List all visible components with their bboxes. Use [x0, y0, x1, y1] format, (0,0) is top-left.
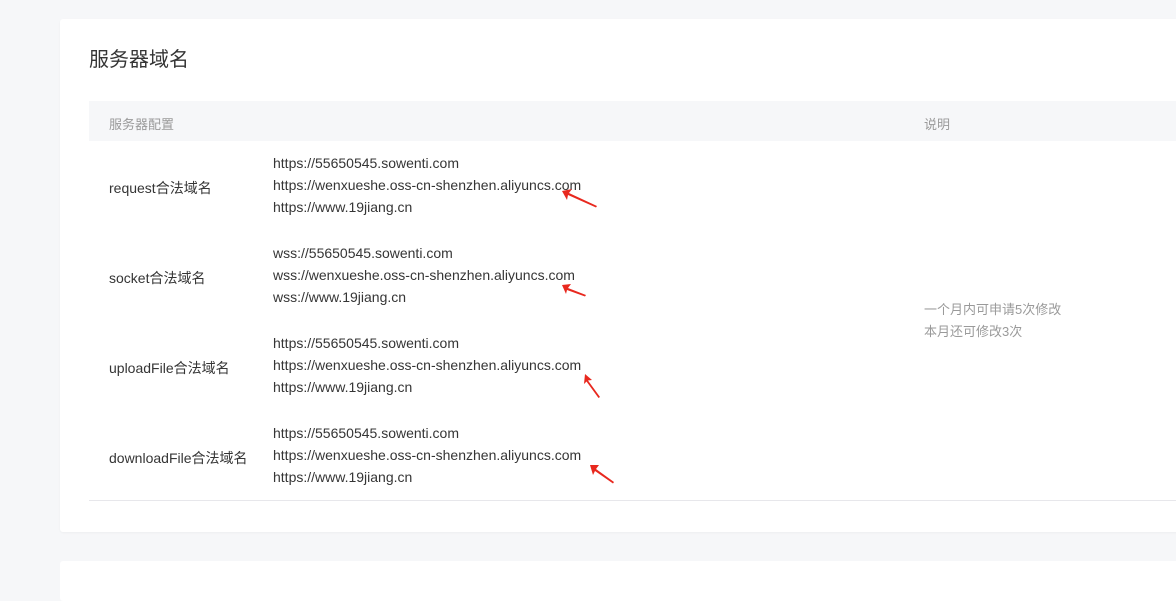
domain-item: https://www.19jiang.cn	[273, 199, 413, 215]
red-arrow-icon	[562, 284, 586, 297]
domain-list: https://55650545.sowenti.com https://wen…	[273, 332, 581, 398]
row-label-uploadfile: uploadFile合法域名	[109, 360, 230, 376]
server-domain-card: 服务器域名 服务器配置 说明 request合法域名 https://55650…	[60, 19, 1176, 532]
next-card	[60, 561, 1176, 601]
red-arrow-icon	[562, 189, 597, 208]
red-arrow-icon	[590, 465, 614, 484]
modification-note: 一个月内可申请5次修改 本月还可修改3次	[924, 299, 1061, 343]
domain-list: https://55650545.sowenti.com https://wen…	[273, 152, 581, 218]
domain-item: wss://wenxueshe.oss-cn-shenzhen.aliyuncs…	[273, 267, 575, 283]
domain-item: wss://www.19jiang.cn	[273, 289, 407, 305]
domain-item: https://wenxueshe.oss-cn-shenzhen.aliyun…	[273, 357, 582, 373]
domain-item: https://www.19jiang.cn	[273, 469, 413, 485]
table-row: downloadFile合法域名 https://55650545.sowent…	[89, 411, 1176, 501]
domain-list: wss://55650545.sowenti.com wss://wenxues…	[273, 242, 575, 308]
domain-list: https://55650545.sowenti.com https://wen…	[273, 422, 581, 488]
table-row: request合法域名 https://55650545.sowenti.com…	[89, 141, 1176, 231]
domain-item: wss://55650545.sowenti.com	[273, 245, 453, 261]
table-bottom-divider	[89, 500, 1176, 501]
domain-item: https://55650545.sowenti.com	[273, 425, 460, 441]
domain-item: https://wenxueshe.oss-cn-shenzhen.aliyun…	[273, 447, 582, 463]
section-title: 服务器域名	[89, 49, 189, 71]
red-arrow-icon	[584, 374, 600, 398]
domain-item: https://www.19jiang.cn	[273, 379, 413, 395]
row-label-downloadfile: downloadFile合法域名	[109, 450, 248, 466]
header-config: 服务器配置	[109, 117, 175, 132]
domain-item: https://55650545.sowenti.com	[273, 155, 460, 171]
note-line-1: 一个月内可申请5次修改	[924, 302, 1062, 317]
table-header: 服务器配置 说明	[89, 101, 1176, 141]
row-label-socket: socket合法域名	[109, 270, 206, 286]
row-label-request: request合法域名	[109, 180, 212, 196]
domain-item: https://55650545.sowenti.com	[273, 335, 460, 351]
note-line-2: 本月还可修改3次	[924, 324, 1023, 339]
header-description: 说明	[924, 117, 951, 132]
domain-item: https://wenxueshe.oss-cn-shenzhen.aliyun…	[273, 177, 582, 193]
